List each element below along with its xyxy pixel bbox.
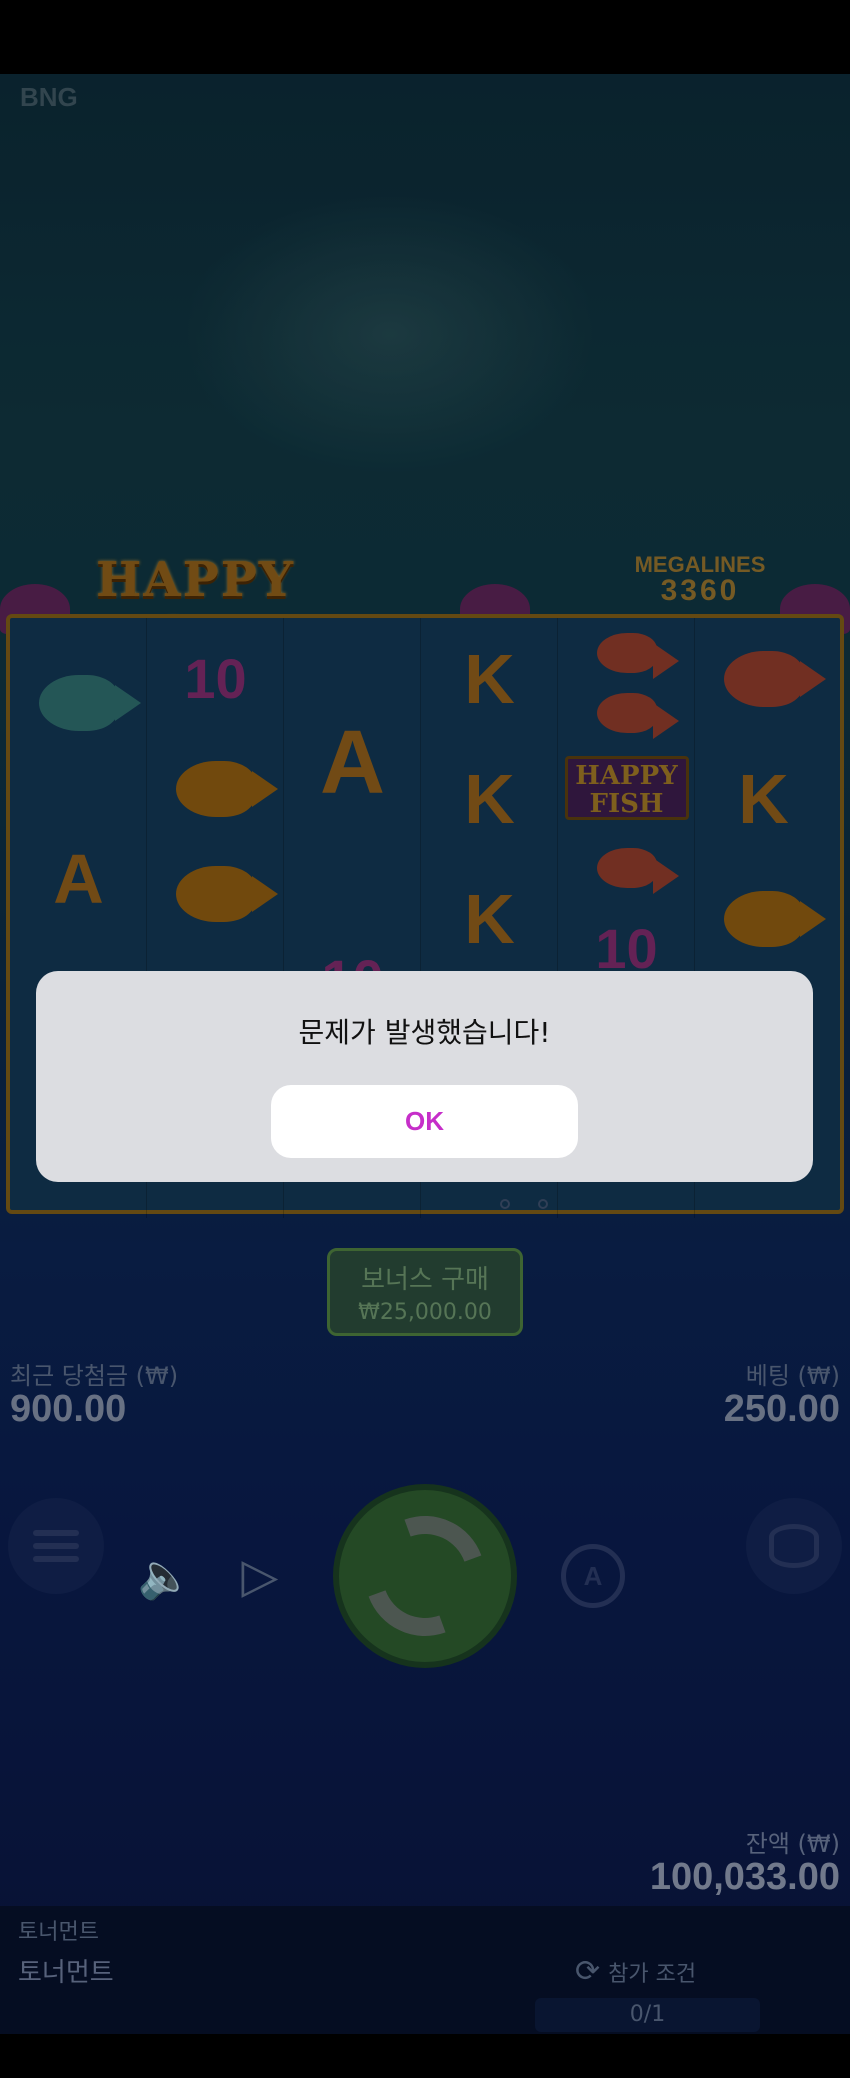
error-message: 문제가 발생했습니다! bbox=[298, 1016, 551, 1049]
error-dialog: 문제가 발생했습니다! OK bbox=[36, 971, 813, 1182]
ok-button[interactable]: OK bbox=[271, 1085, 578, 1158]
